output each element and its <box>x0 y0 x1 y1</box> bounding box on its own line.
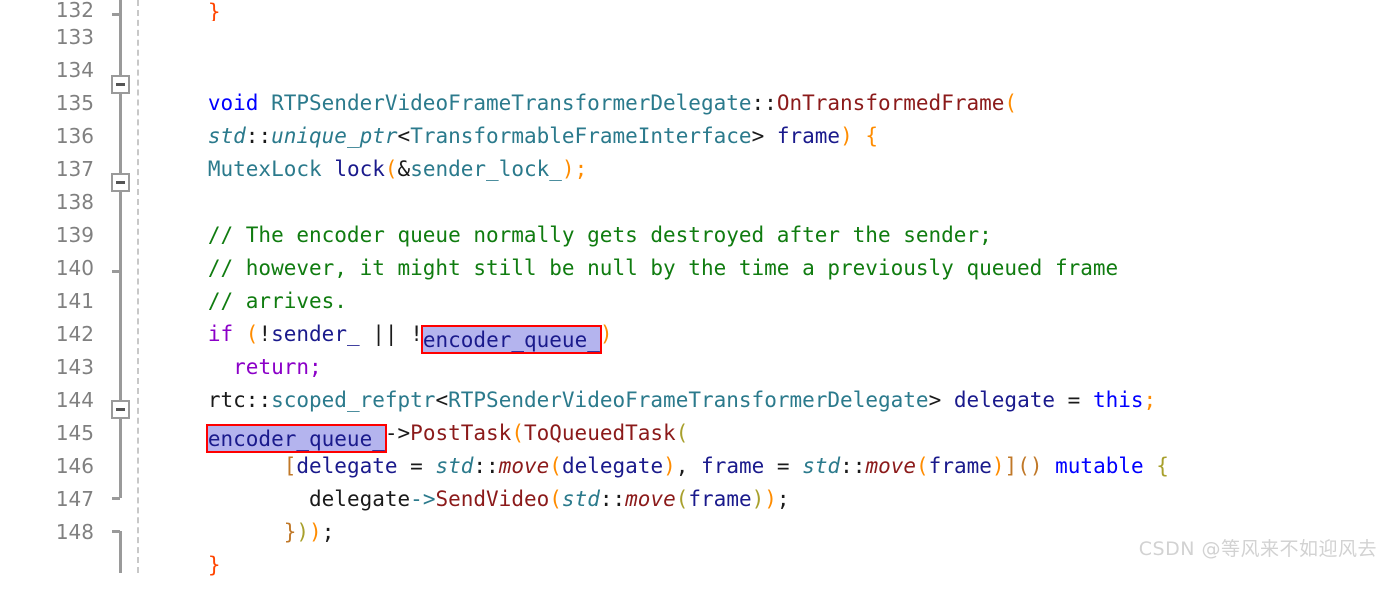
code-line-131[interactable]: } <box>0 0 1391 22</box>
code-line-138[interactable]: // however, it might still be null by th… <box>0 219 1391 280</box>
token-brace: } <box>207 0 221 22</box>
code-line-146[interactable]: })); <box>0 483 1391 544</box>
code-line-139[interactable]: // arrives. <box>0 252 1391 313</box>
code-line-134[interactable]: std::unique_ptr<TransformableFrameInterf… <box>0 87 1391 148</box>
csdn-watermark: CSDN @等风来不如迎风去 <box>1138 538 1377 560</box>
code-line-142[interactable]: rtc::scoped_refptr<RTPSenderVideoFrameTr… <box>0 351 1391 412</box>
code-line-140[interactable]: if (!sender_ || !encoder_queue_) <box>0 285 1391 354</box>
code-line-137[interactable]: // The encoder queue normally gets destr… <box>0 186 1391 247</box>
code-line-133[interactable]: void RTPSenderVideoFrameTransformerDeleg… <box>0 54 1391 115</box>
code-line-141[interactable]: return; <box>0 318 1391 379</box>
code-line-136[interactable] <box>0 153 1391 186</box>
code-line-144[interactable]: [delegate = std::move(delegate), frame =… <box>0 417 1391 478</box>
code-line-135[interactable]: MutexLock lock(&sender_lock_); <box>0 120 1391 181</box>
code-content[interactable]: } void RTPSenderVideoFrameTransformerDel… <box>0 0 1391 577</box>
code-editor[interactable]: 132 133 134 135 136 137 138 139 140 141 … <box>0 0 1391 577</box>
code-line-132[interactable] <box>0 21 1391 54</box>
code-line-143[interactable]: encoder_queue_->PostTask(ToQueuedTask( <box>0 384 1391 453</box>
code-line-145[interactable]: delegate->SendVideo(std::move(frame)); <box>0 450 1391 511</box>
